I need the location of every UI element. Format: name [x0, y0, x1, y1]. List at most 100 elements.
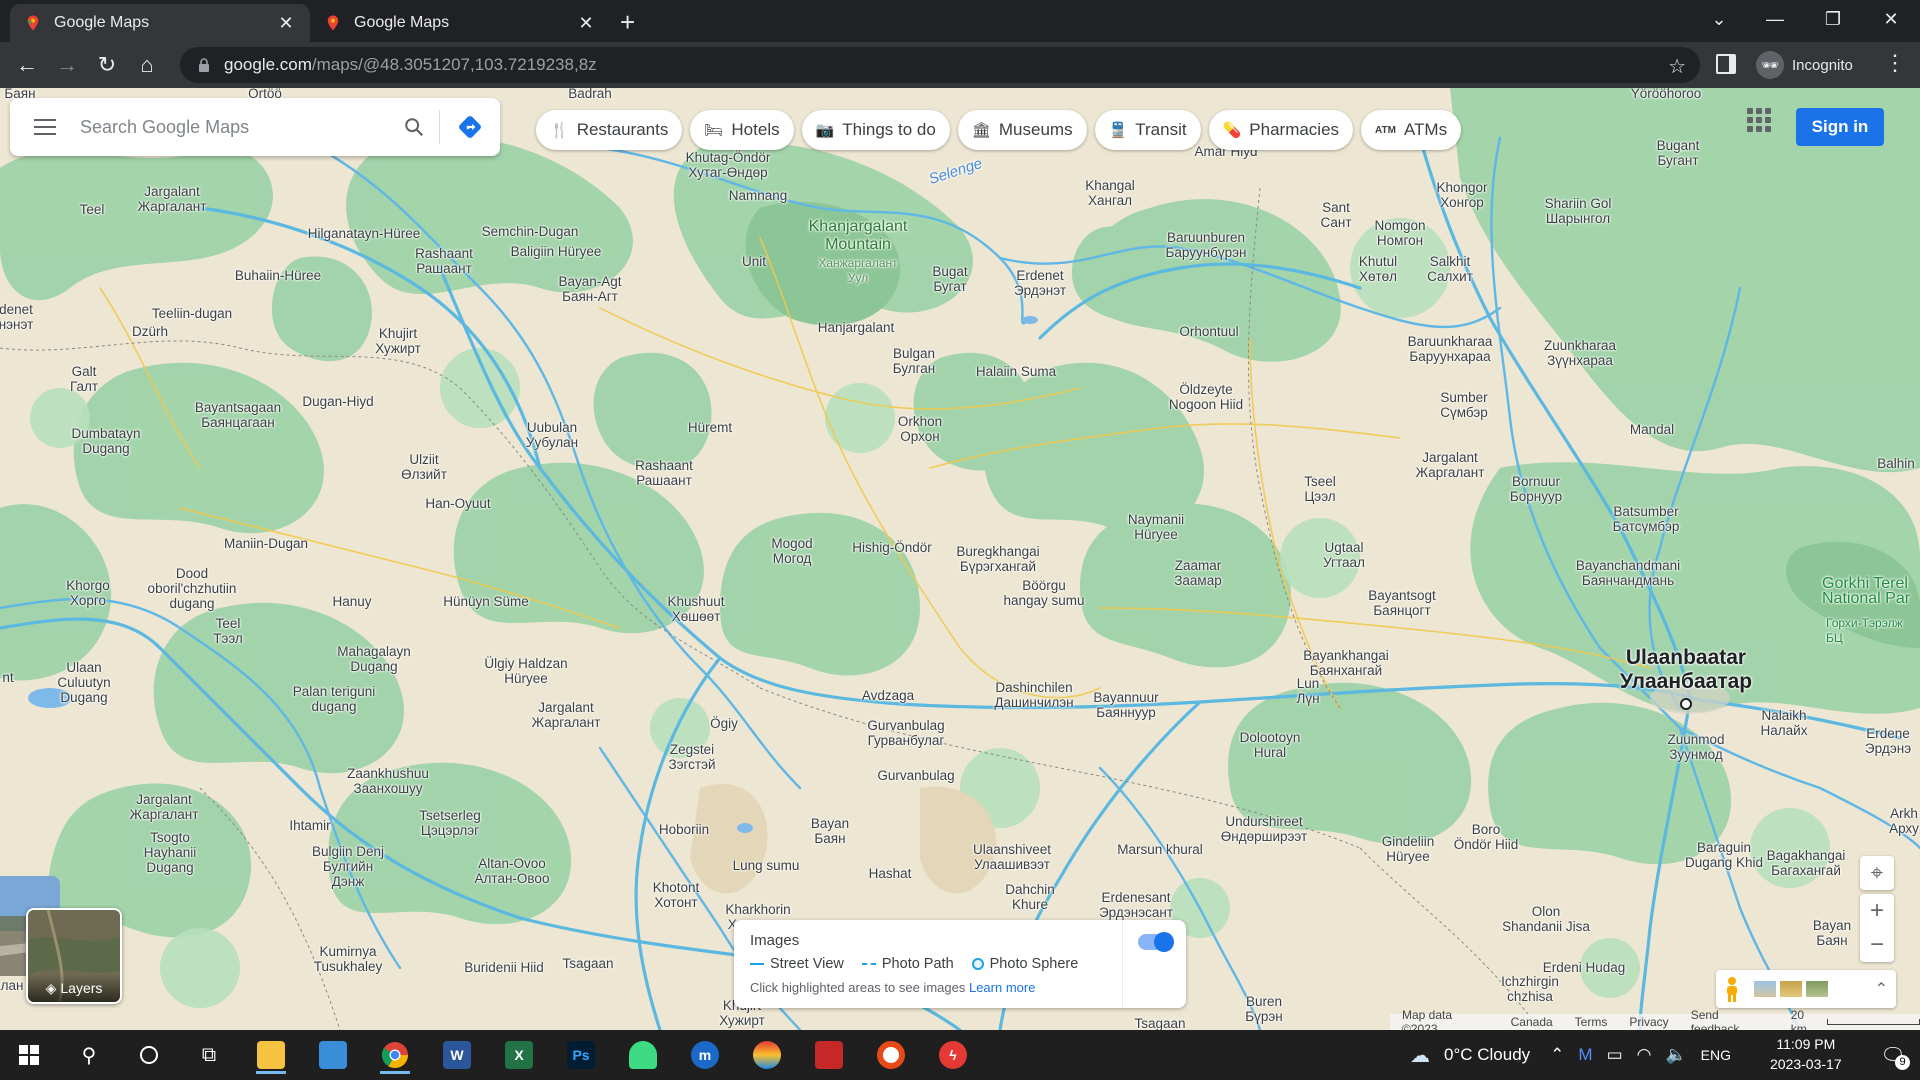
- place-label[interactable]: Tsogto Hayhanii Dugang: [144, 830, 197, 875]
- place-label[interactable]: Jargalant Жаргалант: [532, 700, 601, 730]
- photoshop-icon[interactable]: Ps: [558, 1036, 604, 1074]
- place-label[interactable]: Balhin: [1877, 456, 1915, 471]
- chip-atms[interactable]: ATM ATMs: [1361, 110, 1462, 150]
- place-label[interactable]: Baruunburen Баруунбүрэн: [1165, 230, 1246, 260]
- place-label[interactable]: Buhaiin-Hüree: [235, 268, 321, 283]
- place-label[interactable]: Bayannuur Баяннуур: [1093, 690, 1158, 720]
- chrome-menu-icon[interactable]: ⋮: [1884, 50, 1906, 76]
- chip-pharmacies[interactable]: 💊 Pharmacies: [1208, 110, 1354, 150]
- sign-in-button[interactable]: Sign in: [1796, 108, 1884, 146]
- place-label[interactable]: Yörööhoroo: [1631, 88, 1702, 101]
- place-label[interactable]: Ichzhirgin chzhisa: [1501, 974, 1559, 1004]
- place-label[interactable]: Ülgiy Haldzan Hüryee: [484, 656, 567, 686]
- browser-tab[interactable]: Google Maps ✕: [10, 4, 310, 42]
- minimize-button[interactable]: —: [1746, 0, 1804, 38]
- place-label[interactable]: Bornuur Борнуур: [1510, 474, 1562, 504]
- place-label[interactable]: Khushuut Хөшөөт: [667, 594, 724, 624]
- place-label[interactable]: Altan-Ovoo Алтан-Овоо: [475, 856, 550, 886]
- place-label[interactable]: Sumber Сүмбэр: [1440, 390, 1488, 420]
- restore-button[interactable]: ❐: [1804, 0, 1862, 38]
- place-label[interactable]: Gurvanbulag: [877, 768, 954, 783]
- learn-more-link[interactable]: Learn more: [969, 980, 1035, 995]
- place-label[interactable]: Dugan-Hiyd: [302, 394, 373, 409]
- place-label[interactable]: Hüremt: [688, 420, 732, 435]
- place-label[interactable]: Avdzaga: [862, 688, 914, 703]
- place-label[interactable]: Arkh Арху: [1889, 806, 1919, 836]
- notifications-button[interactable]: 🗨 9: [1870, 1036, 1916, 1074]
- place-label[interactable]: Khotont Хотонт: [653, 880, 700, 910]
- place-label[interactable]: Hilganatayn-Hüree: [308, 226, 421, 241]
- place-label[interactable]: Maniin-Dugan: [224, 536, 308, 551]
- region-link[interactable]: Canada: [1511, 1015, 1553, 1029]
- place-label[interactable]: Ihtamir: [289, 818, 330, 833]
- place-label[interactable]: Tseel Цээл: [1304, 474, 1336, 504]
- place-label[interactable]: Khangal Хангал: [1085, 178, 1135, 208]
- place-label[interactable]: Bugat Бугат: [932, 264, 967, 294]
- feedback-link[interactable]: Send feedback: [1691, 1008, 1769, 1030]
- place-label[interactable]: Dumbatayn Dugang: [71, 426, 140, 456]
- place-label[interactable]: Lun Лүн: [1296, 676, 1319, 706]
- app-flash-icon[interactable]: ϟ: [930, 1036, 976, 1074]
- place-label[interactable]: Ulziit Өлзийт: [401, 452, 447, 482]
- cortana-icon[interactable]: [126, 1036, 172, 1074]
- place-label[interactable]: Galt Галт: [70, 364, 98, 394]
- park-label[interactable]: Gorkhi Terel National Par: [1822, 576, 1910, 607]
- images-toggle[interactable]: [1138, 932, 1174, 952]
- place-label[interactable]: Hanuy: [332, 594, 371, 609]
- place-label[interactable]: Badrah: [568, 88, 612, 101]
- place-label[interactable]: Mandal: [1630, 422, 1674, 437]
- place-label[interactable]: Baraguin Dugang Khid: [1685, 840, 1763, 870]
- place-label[interactable]: Gurvanbulag Гурванбулаг: [867, 718, 944, 748]
- close-tab-icon[interactable]: ✕: [276, 13, 296, 34]
- word-icon[interactable]: W: [434, 1036, 480, 1074]
- browser-tab[interactable]: Google Maps ✕: [310, 4, 610, 42]
- mountain-label[interactable]: Khanjargalant Mountain: [809, 218, 908, 254]
- pegman-icon[interactable]: [1724, 976, 1740, 1002]
- place-label[interactable]: Khutag-Öndör Хутаг-Өндөр: [686, 150, 771, 180]
- chip-restaurants[interactable]: 🍴 Restaurants: [536, 110, 683, 150]
- place-label[interactable]: Bayantsogt Баянцогт: [1368, 588, 1436, 618]
- place-label[interactable]: Uubulan Уубулан: [526, 420, 578, 450]
- place-label[interactable]: Dahchin Khure: [1005, 882, 1055, 912]
- place-label[interactable]: лан: [1, 978, 24, 993]
- google-apps-icon[interactable]: [1747, 108, 1771, 132]
- back-button[interactable]: ←: [12, 50, 42, 80]
- scale-bar[interactable]: 20 km: [1791, 1008, 1920, 1030]
- place-label[interactable]: Baruunkharaa Баруунхараа: [1408, 334, 1493, 364]
- place-label[interactable]: Mahagalayn Dugang: [337, 644, 411, 674]
- place-label[interactable]: Khutul Хөтөл: [1359, 254, 1397, 284]
- place-label[interactable]: Lung sumu: [733, 858, 800, 873]
- menu-icon[interactable]: [10, 98, 80, 156]
- place-label[interactable]: Semchin-Dugan: [482, 224, 579, 239]
- place-label[interactable]: Marsun khural: [1117, 842, 1203, 857]
- place-label[interactable]: Dood oboril'chzhutiin dugang: [148, 566, 237, 611]
- place-label[interactable]: Nomgon Номгон: [1374, 218, 1425, 248]
- search-icon[interactable]: ⚲: [66, 1036, 112, 1074]
- place-label[interactable]: Khujirt Хужирт: [375, 326, 421, 356]
- reload-button[interactable]: ↻: [92, 50, 122, 80]
- chip-things-to-do[interactable]: 📷 Things to do: [801, 110, 950, 150]
- my-location-button[interactable]: ⌖: [1860, 856, 1894, 890]
- close-window-button[interactable]: ✕: [1862, 0, 1920, 38]
- place-label[interactable]: Ugtaal Угтаал: [1323, 540, 1365, 570]
- place-label[interactable]: Undurshireet Өндөрширээт: [1221, 814, 1307, 844]
- chrome-icon[interactable]: [372, 1036, 418, 1074]
- chip-transit[interactable]: 🚆 Transit: [1094, 110, 1201, 150]
- place-label[interactable]: Baligiin Hüryee: [511, 244, 602, 259]
- place-label[interactable]: Boro Öndör Hiid: [1454, 822, 1519, 852]
- place-label[interactable]: Orkhon Орхон: [898, 414, 942, 444]
- place-label[interactable]: Erdenesant Эрдэнэсант: [1099, 890, 1173, 920]
- place-label[interactable]: Bulgiin Denj Булгийн Дэнж: [312, 844, 384, 889]
- place-label[interactable]: Zaankhushuu Заанхошуу: [347, 766, 429, 796]
- place-label[interactable]: Zuunmod Зуунмод: [1667, 732, 1724, 762]
- app-mu-icon[interactable]: m: [682, 1036, 728, 1074]
- place-label[interactable]: Khongor Хонгор: [1436, 180, 1487, 210]
- place-label[interactable]: Hünüyn Süme: [443, 594, 529, 609]
- place-label[interactable]: Olon Shandanii Jisa: [1502, 904, 1590, 934]
- incognito-profile-button[interactable]: 🕶 Incognito: [1756, 49, 1853, 81]
- place-label[interactable]: Teel: [80, 202, 105, 217]
- app-colorful-icon[interactable]: [744, 1036, 790, 1074]
- place-label[interactable]: Erdenet Эрдэнэт: [1014, 268, 1066, 298]
- place-label[interactable]: Öldzeyte Nogoon Hiid: [1169, 382, 1243, 412]
- place-label[interactable]: Unit: [742, 254, 766, 269]
